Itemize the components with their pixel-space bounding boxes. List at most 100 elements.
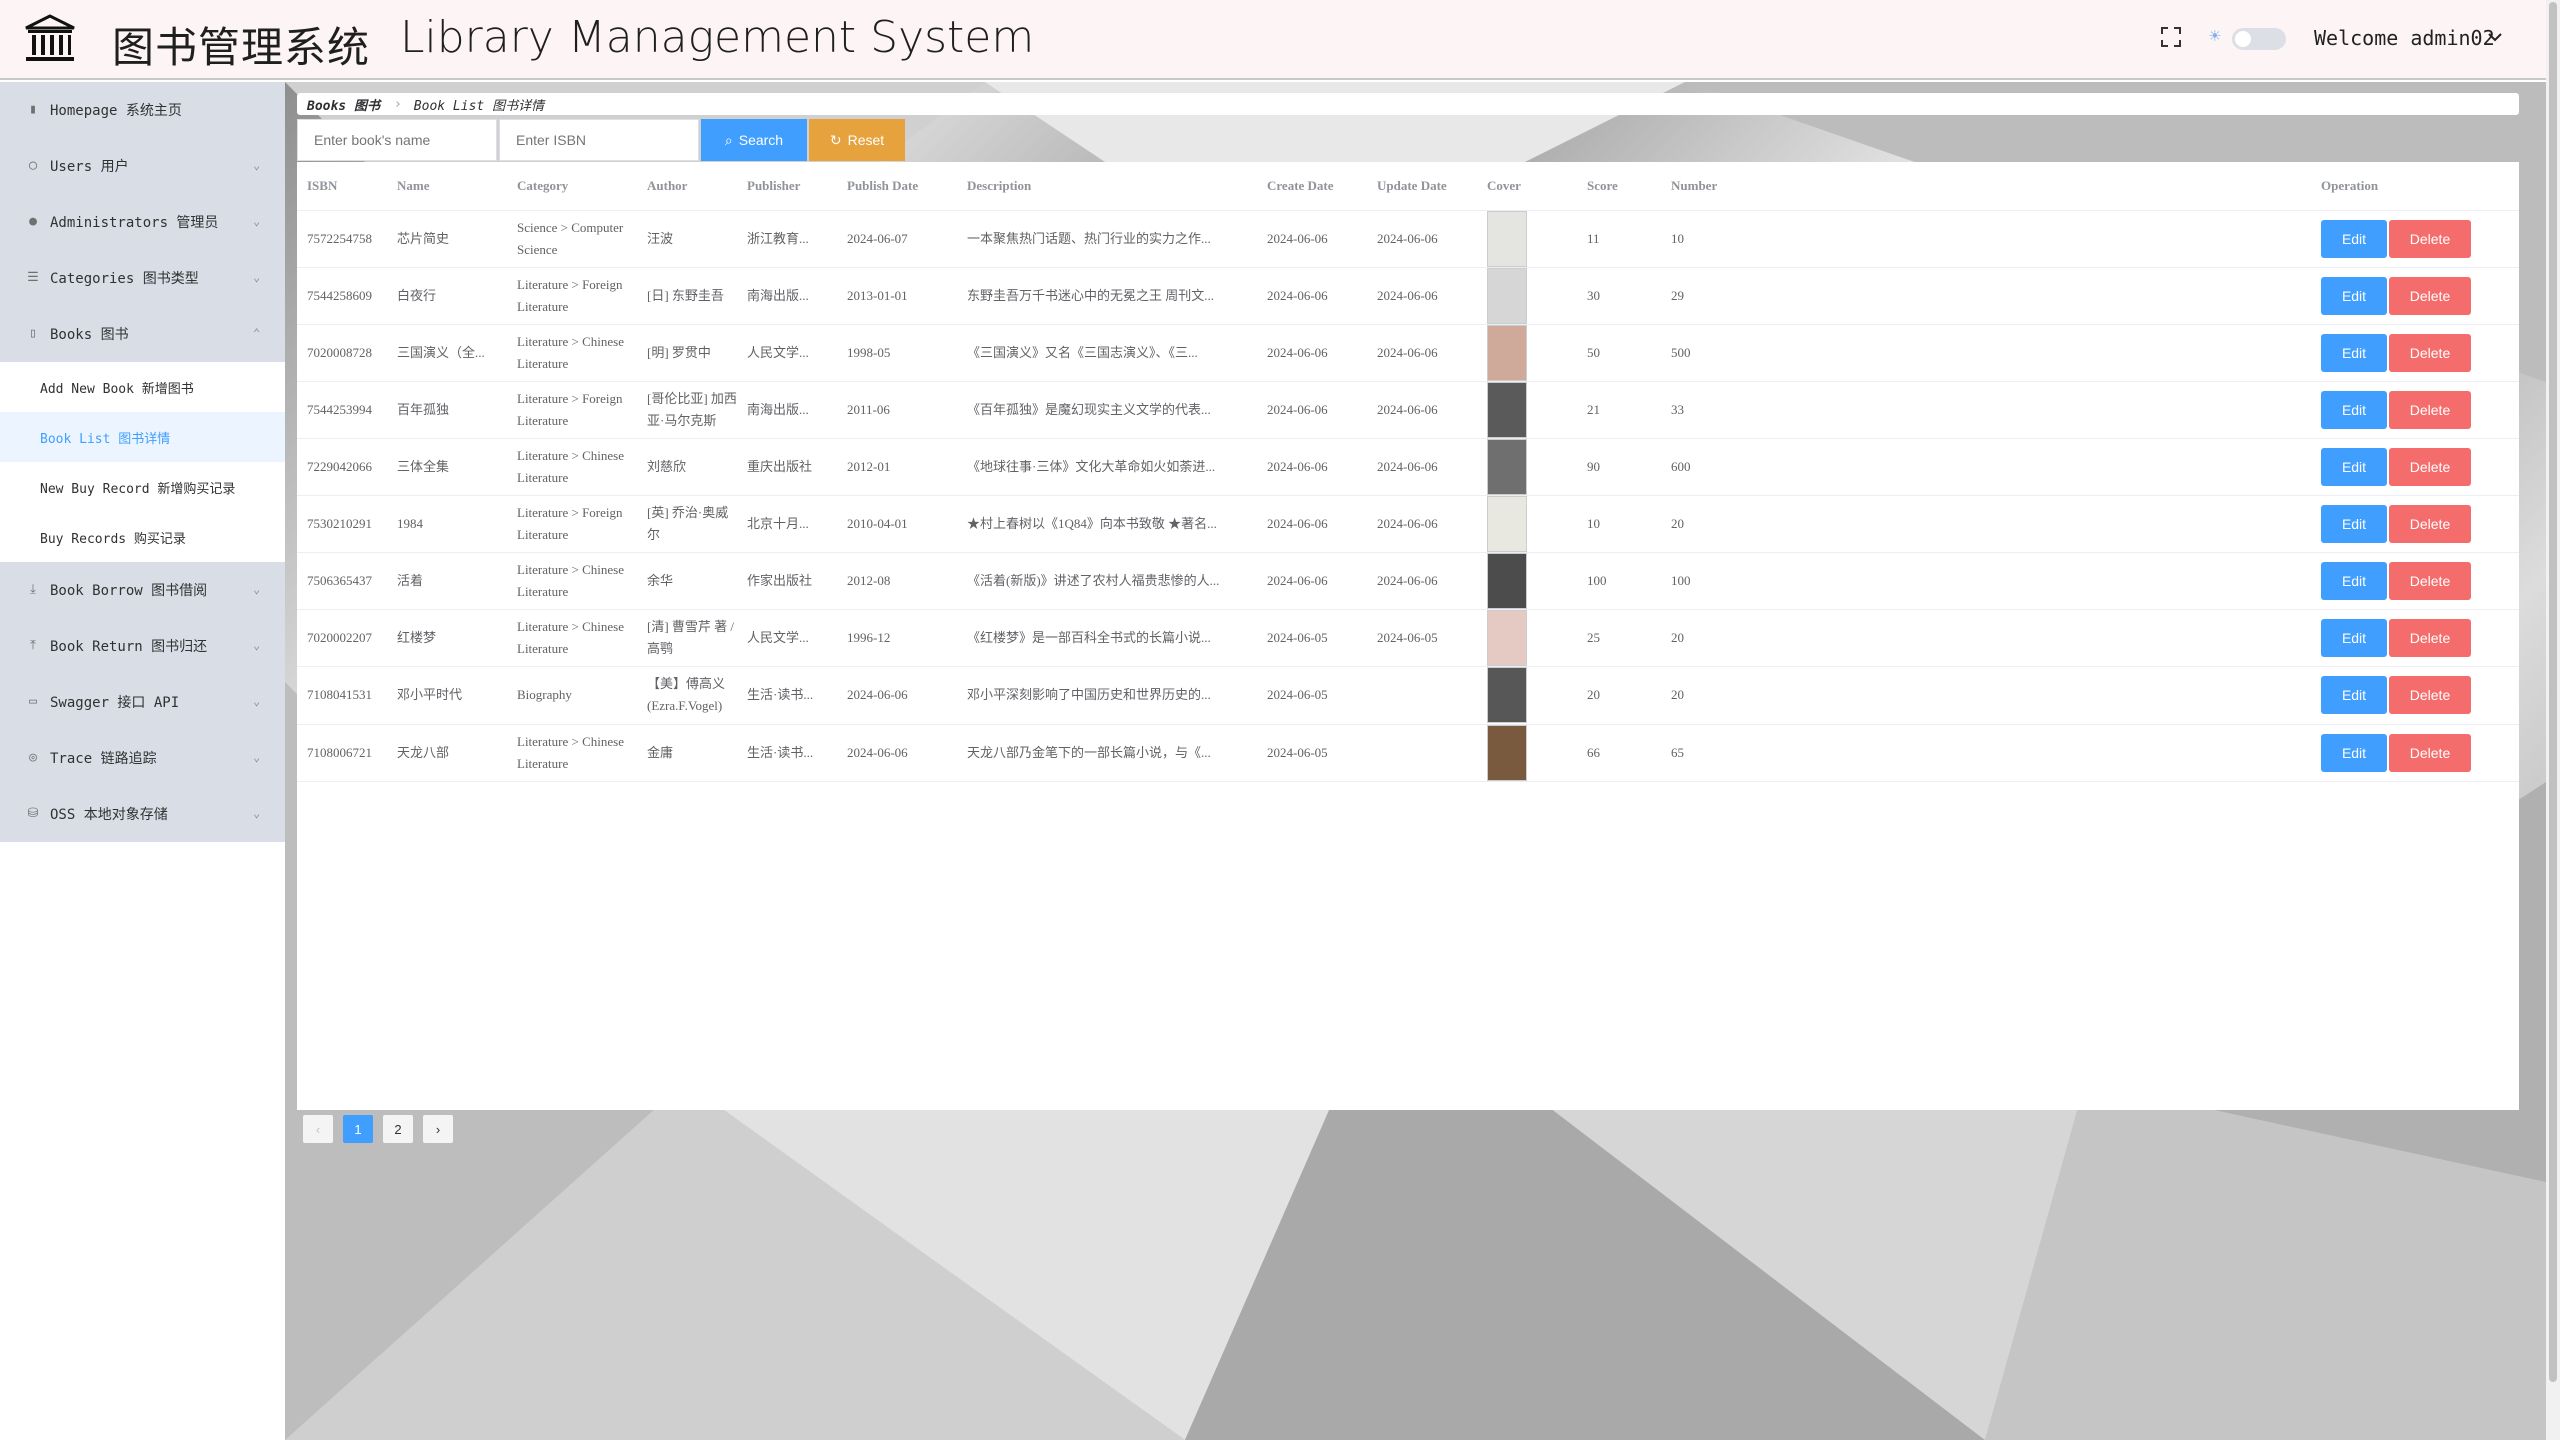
delete-button[interactable]: Delete <box>2389 276 2471 315</box>
sidebar-item-books[interactable]: ▯ Books 图书 ⌃ <box>0 306 285 362</box>
cell-update-date: 2024-06-06 <box>1367 438 1477 496</box>
edit-button[interactable]: Edit <box>2321 733 2387 772</box>
cell-score: 20 <box>1577 666 1661 725</box>
cell-number: 20 <box>1661 495 2311 553</box>
bar-chart-icon: ▮ <box>29 102 37 117</box>
cell-description: 《地球往事·三体》文化大革命如火如荼进... <box>957 438 1257 496</box>
cell-publisher: 浙江教育... <box>737 210 837 268</box>
cell-create-date: 2024-06-06 <box>1257 552 1367 610</box>
book-cover-image[interactable] <box>1487 495 1527 552</box>
cell-publisher: 人民文学... <box>737 609 837 667</box>
cell-update-date: 2024-06-06 <box>1367 552 1477 610</box>
list-icon: ☰ <box>27 270 39 285</box>
sidebar-item-homepage[interactable]: ▮ Homepage 系统主页 <box>0 82 285 138</box>
scrollbar-thumb[interactable] <box>2549 2 2557 1382</box>
delete-button[interactable]: Delete <box>2389 676 2471 714</box>
cell-isbn: 7108006721 <box>297 724 387 782</box>
welcome-user[interactable]: Welcome admin02 <box>2314 26 2495 50</box>
cell-description: 《百年孤独》是魔幻现实主义文学的代表... <box>957 381 1257 439</box>
sidebar: ▮ Homepage 系统主页 ◯ Users 用户 ⌄ ● Administr… <box>0 82 285 1440</box>
book-cover-image[interactable] <box>1487 724 1527 781</box>
chevron-down-icon[interactable] <box>2486 28 2504 46</box>
vertical-scrollbar[interactable] <box>2546 0 2560 1440</box>
cell-number: 100 <box>1661 552 2311 610</box>
edit-button[interactable]: Edit <box>2321 390 2387 429</box>
cell-score: 11 <box>1577 210 1661 268</box>
edit-button[interactable]: Edit <box>2321 219 2387 258</box>
reset-button[interactable]: ↻ Reset <box>809 119 905 161</box>
table-row: 7020002207 红楼梦 Literature > Chinese Litera… <box>297 609 2519 667</box>
next-page-button[interactable]: › <box>423 1115 453 1143</box>
book-cover-image[interactable] <box>1487 381 1527 438</box>
cell-create-date: 2024-06-06 <box>1257 381 1367 439</box>
delete-button[interactable]: Delete <box>2389 618 2471 657</box>
col-publisher: Publisher <box>737 162 837 211</box>
sidebar-item-oss[interactable]: ⛁ OSS 本地对象存储 ⌄ <box>0 786 285 842</box>
cell-number: 29 <box>1661 267 2311 325</box>
col-name: Name <box>387 162 507 211</box>
fullscreen-icon[interactable] <box>2160 26 2182 48</box>
delete-button[interactable]: Delete <box>2389 561 2471 600</box>
search-button[interactable]: ⌕ Search <box>701 119 807 161</box>
sidebar-item-administrators[interactable]: ● Administrators 管理员 ⌄ <box>0 194 285 250</box>
sidebar-item-label: Categories 图书类型 <box>50 271 199 287</box>
cell-cover <box>1477 324 1577 382</box>
delete-button[interactable]: Delete <box>2389 447 2471 486</box>
book-cover-image[interactable] <box>1487 324 1527 381</box>
book-cover-image[interactable] <box>1487 609 1527 666</box>
edit-button[interactable]: Edit <box>2321 276 2387 315</box>
delete-button[interactable]: Delete <box>2389 733 2471 772</box>
cell-create-date: 2024-06-05 <box>1257 666 1367 725</box>
cell-score: 21 <box>1577 381 1661 439</box>
sidebar-item-categories[interactable]: ☰ Categories 图书类型 ⌄ <box>0 250 285 306</box>
cell-name: 白夜行 <box>387 267 507 325</box>
delete-button[interactable]: Delete <box>2389 219 2471 258</box>
sidebar-sub-buy-records[interactable]: Buy Records 购买记录 <box>0 512 285 562</box>
col-category: Category <box>507 162 637 211</box>
cell-number: 10 <box>1661 210 2311 268</box>
cell-create-date: 2024-06-06 <box>1257 495 1367 553</box>
sidebar-item-book-borrow[interactable]: ⤓ Book Borrow 图书借阅 ⌄ <box>0 562 285 618</box>
user-icon: ◯ <box>29 158 37 173</box>
edit-button[interactable]: Edit <box>2321 504 2387 543</box>
edit-button[interactable]: Edit <box>2321 618 2387 657</box>
sidebar-sub-new-buy-record[interactable]: New Buy Record 新增购买记录 <box>0 462 285 512</box>
sidebar-item-book-return[interactable]: ⤒ Book Return 图书归还 ⌄ <box>0 618 285 674</box>
edit-button[interactable]: Edit <box>2321 676 2387 714</box>
book-cover-image[interactable] <box>1487 667 1527 723</box>
sidebar-sub-add-book[interactable]: Add New Book 新增图书 <box>0 362 285 412</box>
cell-publisher: 作家出版社 <box>737 552 837 610</box>
trace-icon: ◎ <box>29 750 37 765</box>
sidebar-sub-book-list[interactable]: Book List 图书详情 <box>0 412 285 462</box>
pagination: ‹ 1 2 › <box>303 1115 463 1143</box>
cell-name: 红楼梦 <box>387 609 507 667</box>
theme-toggle[interactable] <box>2232 28 2286 50</box>
book-table-container: ISBN Name Category Author Publisher Publ… <box>297 162 2519 1110</box>
book-cover-image[interactable] <box>1487 438 1527 495</box>
cell-author: 汪波 <box>637 210 737 268</box>
book-cover-image[interactable] <box>1487 267 1527 324</box>
sidebar-item-users[interactable]: ◯ Users 用户 ⌄ <box>0 138 285 194</box>
prev-page-button[interactable]: ‹ <box>303 1115 333 1143</box>
delete-button[interactable]: Delete <box>2389 504 2471 543</box>
page-2-button[interactable]: 2 <box>383 1115 413 1143</box>
edit-button[interactable]: Edit <box>2321 561 2387 600</box>
chevron-down-icon: ⌄ <box>253 158 261 172</box>
breadcrumb-books[interactable]: Books 图书 <box>307 95 380 114</box>
cell-publisher: 南海出版... <box>737 381 837 439</box>
edit-button[interactable]: Edit <box>2321 447 2387 486</box>
table-row: 7108041531 邓小平时代 Biography 【美】傅高义 (Ezra.F.V… <box>297 666 2519 725</box>
edit-button[interactable]: Edit <box>2321 333 2387 372</box>
delete-button[interactable]: Delete <box>2389 333 2471 372</box>
table-row: 7020008728 三国演义（全... Literature > Chinese … <box>297 324 2519 382</box>
book-name-input[interactable] <box>297 119 497 161</box>
book-icon: ▯ <box>29 326 37 341</box>
sidebar-item-trace[interactable]: ◎ Trace 链路追踪 ⌄ <box>0 730 285 786</box>
delete-button[interactable]: Delete <box>2389 390 2471 429</box>
sidebar-item-swagger[interactable]: ▭ Swagger 接口 API ⌄ <box>0 674 285 730</box>
breadcrumb-separator-icon: › <box>393 96 402 112</box>
page-1-button[interactable]: 1 <box>343 1115 373 1143</box>
book-cover-image[interactable] <box>1487 210 1527 267</box>
book-cover-image[interactable] <box>1487 552 1527 609</box>
isbn-input[interactable] <box>499 119 699 161</box>
